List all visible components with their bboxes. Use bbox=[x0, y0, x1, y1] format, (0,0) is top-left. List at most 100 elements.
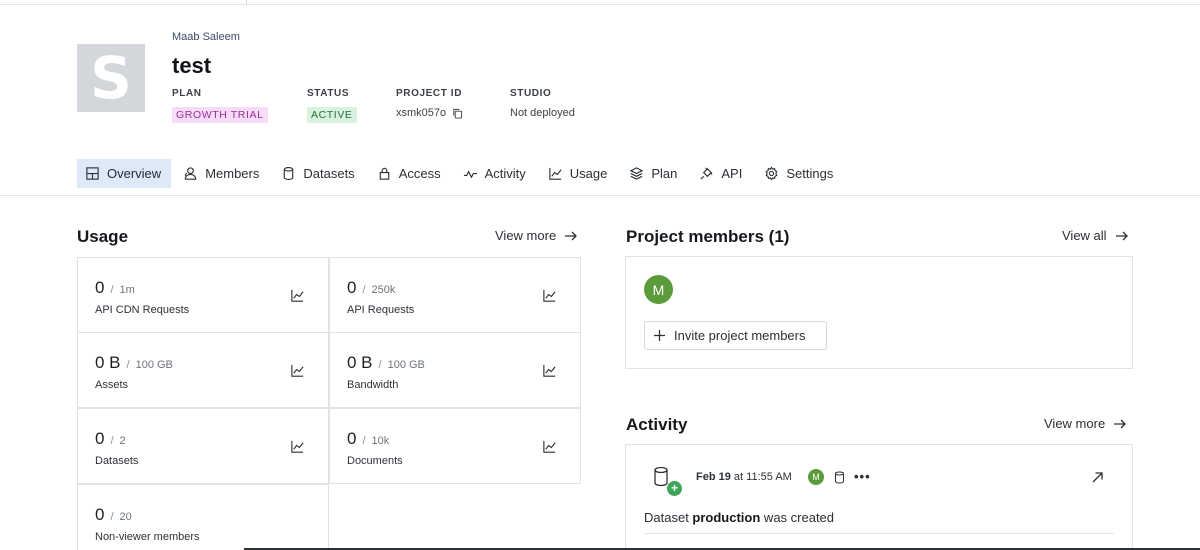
status-badge: ACTIVE bbox=[307, 107, 357, 123]
created-plus-icon: + bbox=[667, 481, 682, 496]
usage-label: API CDN Requests bbox=[95, 304, 190, 316]
usage-separator: / bbox=[110, 511, 114, 523]
usage-label: Documents bbox=[347, 455, 403, 467]
meta-project-id: PROJECT ID xsmk057o bbox=[396, 88, 463, 119]
usage-limit: 10k bbox=[371, 435, 390, 447]
project-id-label: PROJECT ID bbox=[396, 88, 463, 99]
tab-datasets[interactable]: Datasets bbox=[271, 159, 364, 188]
project-avatar-letter: S bbox=[90, 44, 132, 112]
tab-label: Members bbox=[205, 166, 260, 181]
activity-text-before: Dataset bbox=[644, 510, 693, 525]
tab-label: Activity bbox=[484, 166, 526, 181]
tab-members[interactable]: Members bbox=[173, 159, 269, 188]
activity-card: + Feb 19 at 11:55 AM M ••• Dataset produ… bbox=[625, 444, 1133, 550]
database-icon bbox=[284, 167, 294, 180]
activity-view-more-link[interactable]: View more bbox=[1044, 416, 1127, 431]
gear-icon bbox=[765, 166, 778, 181]
line-chart-icon[interactable] bbox=[542, 363, 557, 378]
usage-value: 0 bbox=[347, 429, 357, 448]
usage-label: Datasets bbox=[95, 455, 139, 467]
usage-limit: 250k bbox=[371, 284, 396, 296]
meta-plan: PLAN GROWTH TRIAL bbox=[172, 88, 268, 123]
copy-icon[interactable] bbox=[452, 108, 463, 119]
usage-separator: / bbox=[110, 284, 114, 296]
top-divider bbox=[0, 4, 1200, 5]
usage-card: 0 / 1m API CDN Requests bbox=[77, 257, 329, 333]
line-chart-icon[interactable] bbox=[290, 439, 305, 454]
line-chart-icon[interactable] bbox=[542, 439, 557, 454]
meta-status: STATUS ACTIVE bbox=[307, 88, 357, 123]
members-title: Project members (1) bbox=[626, 227, 790, 246]
line-chart-icon[interactable] bbox=[290, 288, 305, 303]
open-external-icon[interactable] bbox=[1091, 471, 1104, 484]
tab-label: Settings bbox=[786, 166, 834, 181]
plan-label: PLAN bbox=[172, 88, 202, 99]
view-all-label: View all bbox=[1062, 228, 1107, 243]
activity-dataset-name[interactable]: production bbox=[692, 510, 760, 525]
studio-value: Not deployed bbox=[510, 107, 575, 119]
usage-title: Usage bbox=[77, 227, 129, 246]
status-label: STATUS bbox=[307, 88, 350, 99]
tab-api[interactable]: API bbox=[689, 159, 752, 188]
tab-access[interactable]: Access bbox=[367, 159, 451, 188]
line-chart-icon bbox=[549, 167, 562, 180]
tab-label: Datasets bbox=[303, 166, 355, 181]
tab-plan[interactable]: Plan bbox=[619, 159, 687, 188]
more-options-button[interactable]: ••• bbox=[854, 469, 871, 484]
usage-card: 0 / 10k Documents bbox=[329, 408, 581, 484]
usage-value: 0 bbox=[95, 278, 105, 297]
activity-text-after: was created bbox=[760, 510, 835, 525]
usage-view-more-link[interactable]: View more bbox=[495, 228, 578, 243]
arrow-right-icon bbox=[1114, 419, 1127, 428]
studio-label: STUDIO bbox=[510, 88, 552, 99]
usage-limit: 100 GB bbox=[387, 359, 425, 371]
line-chart-icon[interactable] bbox=[290, 363, 305, 378]
members-icon bbox=[184, 167, 197, 180]
activity-time: 11:55 AM bbox=[746, 471, 792, 483]
tab-label: Plan bbox=[651, 166, 678, 181]
usage-card: 0 B / 100 GB Assets bbox=[77, 332, 329, 408]
tab-settings[interactable]: Settings bbox=[754, 159, 843, 188]
tab-overview[interactable]: Overview bbox=[77, 159, 172, 188]
plan-badge: GROWTH TRIAL bbox=[172, 107, 268, 123]
usage-card: 0 B / 100 GB Bandwidth bbox=[329, 332, 581, 408]
usage-card: 0 / 20 Non-viewer members bbox=[77, 484, 329, 550]
usage-separator: / bbox=[378, 359, 382, 371]
activity-divider bbox=[644, 533, 1114, 534]
members-view-all-link[interactable]: View all bbox=[1062, 228, 1129, 243]
invite-members-button[interactable]: Invite project members bbox=[644, 321, 827, 350]
layers-icon bbox=[629, 167, 644, 180]
project-title: test bbox=[172, 53, 212, 78]
members-card: M Invite project members bbox=[625, 256, 1133, 369]
tab-label: Access bbox=[398, 166, 441, 181]
arrow-right-icon bbox=[1115, 231, 1128, 240]
lock-icon bbox=[379, 167, 389, 180]
activity-title: Activity bbox=[626, 415, 688, 434]
member-avatar[interactable]: M bbox=[644, 275, 673, 304]
line-chart-icon[interactable] bbox=[542, 288, 557, 303]
project-owner[interactable]: Maab Saleem bbox=[172, 31, 240, 43]
activity-icon bbox=[463, 170, 477, 179]
activity-user-avatar[interactable]: M bbox=[808, 469, 824, 485]
usage-label: Assets bbox=[95, 379, 129, 391]
meta-studio: STUDIO Not deployed bbox=[510, 88, 575, 119]
tab-usage[interactable]: Usage bbox=[538, 159, 618, 188]
top-tick bbox=[246, 0, 247, 5]
project-avatar: S bbox=[77, 44, 145, 112]
tabs-divider bbox=[0, 195, 1200, 196]
tab-bar: Overview Members Datasets Access Activit… bbox=[77, 159, 845, 188]
usage-value: 0 bbox=[95, 505, 105, 524]
grid-icon bbox=[86, 167, 99, 180]
plug-icon bbox=[700, 167, 713, 180]
usage-limit: 2 bbox=[119, 435, 126, 447]
usage-separator: / bbox=[110, 435, 114, 447]
tab-activity[interactable]: Activity bbox=[453, 159, 536, 188]
usage-value: 0 bbox=[347, 278, 357, 297]
project-id-value: xsmk057o bbox=[396, 107, 447, 119]
activity-timestamp: Feb 19 at 11:55 AM bbox=[696, 471, 792, 483]
usage-limit: 100 GB bbox=[135, 359, 173, 371]
plus-icon bbox=[654, 330, 665, 341]
usage-limit: 1m bbox=[119, 284, 135, 296]
invite-label: Invite project members bbox=[674, 328, 806, 343]
usage-separator: / bbox=[126, 359, 130, 371]
